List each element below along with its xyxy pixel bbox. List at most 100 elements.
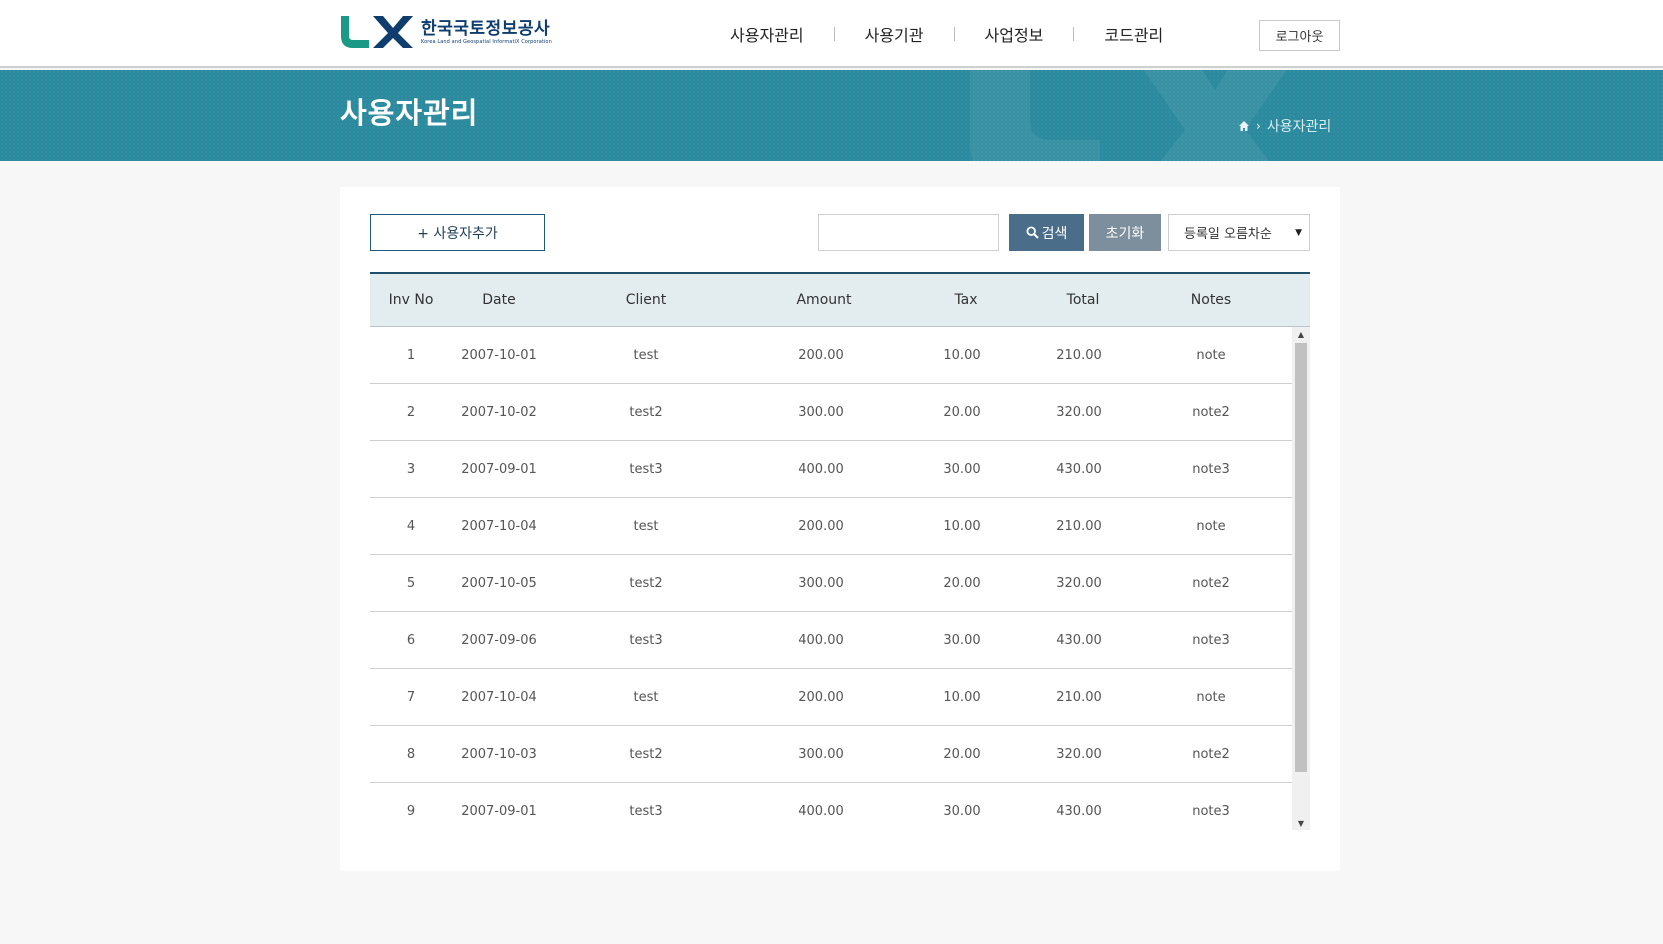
cell-amount: 400.00 — [798, 632, 844, 648]
cell-amount: 200.00 — [798, 347, 844, 363]
cell-tax: 10.00 — [943, 347, 981, 363]
table-row[interactable]: 2 2007-10-02 test2 300.00 20.00 320.00 note2 — [370, 384, 1292, 441]
brand-logo[interactable]: 한국국토정보공사 Korea Land and Geospatial Infor… — [339, 14, 552, 50]
cell-notes: note3 — [1192, 461, 1230, 477]
search-button[interactable]: 검색 — [1009, 214, 1084, 251]
logout-button[interactable]: 로그아웃 — [1259, 20, 1340, 51]
cell-notes: note3 — [1192, 803, 1230, 819]
column-header-date[interactable]: Date — [452, 292, 546, 308]
table-header: Inv No Date Client Amount Tax Total Note… — [370, 272, 1310, 327]
cell-inv-no: 7 — [406, 689, 416, 705]
table-rows: 1 2007-10-01 test 200.00 10.00 210.00 note 2 200… — [370, 327, 1292, 830]
brand-name-kr: 한국국토정보공사 — [421, 18, 551, 39]
cell-notes: note2 — [1192, 404, 1230, 420]
cell-tax: 20.00 — [943, 746, 981, 762]
column-header-tax[interactable]: Tax — [902, 292, 1030, 308]
cell-client: test — [633, 347, 659, 363]
cell-client: test2 — [629, 575, 663, 591]
cell-tax: 30.00 — [943, 632, 981, 648]
cell-total: 320.00 — [1056, 404, 1102, 420]
cell-total: 210.00 — [1056, 518, 1102, 534]
cell-total: 430.00 — [1056, 632, 1102, 648]
chevron-down-icon: ▼ — [1295, 228, 1302, 238]
nav-item-organizations[interactable]: 사용기관 — [835, 22, 954, 46]
cell-date: 2007-10-04 — [461, 689, 537, 705]
scrollbar-thumb[interactable] — [1295, 343, 1307, 772]
page-title: 사용자관리 — [340, 96, 479, 130]
column-header-amount[interactable]: Amount — [746, 292, 902, 308]
table-row[interactable]: 5 2007-10-05 test2 300.00 20.00 320.00 note2 — [370, 555, 1292, 612]
table-row[interactable]: 9 2007-09-01 test3 400.00 30.00 430.00 note3 — [370, 783, 1292, 830]
nav-item-codes[interactable]: 코드관리 — [1074, 22, 1193, 46]
cell-notes: note — [1196, 347, 1226, 363]
cell-client: test2 — [629, 404, 663, 420]
cell-inv-no: 9 — [406, 803, 416, 819]
data-table: Inv No Date Client Amount Tax Total Note… — [370, 272, 1310, 830]
table-row[interactable]: 4 2007-10-04 test 200.00 10.00 210.00 note — [370, 498, 1292, 555]
cell-date: 2007-10-01 — [461, 347, 537, 363]
table-scrollbar[interactable]: ▲ ▼ — [1292, 327, 1310, 830]
cell-client: test3 — [629, 632, 663, 648]
nav-item-users[interactable]: 사용자관리 — [700, 22, 834, 46]
cell-date: 2007-10-02 — [461, 404, 537, 420]
cell-notes: note2 — [1192, 746, 1230, 762]
banner-pattern — [0, 70, 1663, 161]
table-row[interactable]: 7 2007-10-04 test 200.00 10.00 210.00 note — [370, 669, 1292, 726]
breadcrumb-current[interactable]: 사용자관리 — [1267, 116, 1331, 136]
search-button-label: 검색 — [1041, 224, 1068, 241]
cell-notes: note — [1196, 689, 1226, 705]
cell-inv-no: 4 — [406, 518, 416, 534]
cell-amount: 200.00 — [798, 518, 844, 534]
cell-tax: 20.00 — [943, 404, 981, 420]
cell-tax: 20.00 — [943, 575, 981, 591]
cell-client: test3 — [629, 461, 663, 477]
table-row[interactable]: 6 2007-09-06 test3 400.00 30.00 430.00 note3 — [370, 612, 1292, 669]
cell-inv-no: 3 — [406, 461, 416, 477]
cell-total: 210.00 — [1056, 689, 1102, 705]
cell-amount: 300.00 — [798, 575, 844, 591]
cell-total: 210.00 — [1056, 347, 1102, 363]
search-icon — [1026, 226, 1039, 239]
cell-total: 320.00 — [1056, 575, 1102, 591]
cell-client: test2 — [629, 746, 663, 762]
reset-button[interactable]: 초기화 — [1089, 214, 1161, 251]
cell-client: test — [633, 689, 659, 705]
cell-tax: 10.00 — [943, 689, 981, 705]
content-panel: + 사용자추가 검색 초기화 등록일 오름차순 ▼ Inv No Date Cl… — [340, 187, 1340, 871]
cell-notes: note2 — [1192, 575, 1230, 591]
home-icon[interactable] — [1238, 120, 1250, 132]
cell-amount: 300.00 — [798, 404, 844, 420]
cell-date: 2007-10-05 — [461, 575, 537, 591]
scroll-up-icon[interactable]: ▲ — [1292, 327, 1310, 341]
cell-inv-no: 6 — [406, 632, 416, 648]
top-header: 한국국토정보공사 Korea Land and Geospatial Infor… — [0, 0, 1663, 68]
cell-amount: 200.00 — [798, 689, 844, 705]
column-header-client[interactable]: Client — [546, 292, 746, 308]
table-row[interactable]: 3 2007-09-01 test3 400.00 30.00 430.00 note3 — [370, 441, 1292, 498]
cell-date: 2007-09-01 — [461, 803, 537, 819]
main-nav: 사용자관리 사용기관 사업정보 코드관리 — [700, 0, 1193, 68]
cell-date: 2007-09-01 — [461, 461, 537, 477]
table-row[interactable]: 1 2007-10-01 test 200.00 10.00 210.00 note — [370, 327, 1292, 384]
cell-total: 430.00 — [1056, 461, 1102, 477]
nav-item-projects[interactable]: 사업정보 — [955, 22, 1074, 46]
column-header-total[interactable]: Total — [1030, 292, 1136, 308]
search-input[interactable] — [818, 214, 999, 251]
cell-amount: 300.00 — [798, 746, 844, 762]
add-user-button[interactable]: + 사용자추가 — [370, 214, 545, 251]
cell-inv-no: 5 — [406, 575, 416, 591]
brand-name-en: Korea Land and Geospatial InformatiX Cor… — [421, 38, 552, 45]
sort-select[interactable]: 등록일 오름차순 ▼ — [1168, 214, 1310, 251]
table-row[interactable]: 8 2007-10-03 test2 300.00 20.00 320.00 note2 — [370, 726, 1292, 783]
scroll-down-icon[interactable]: ▼ — [1292, 816, 1310, 830]
cell-tax: 30.00 — [943, 803, 981, 819]
column-header-inv-no[interactable]: Inv No — [370, 292, 452, 308]
cell-inv-no: 1 — [406, 347, 416, 363]
column-header-notes[interactable]: Notes — [1136, 292, 1286, 308]
cell-date: 2007-10-03 — [461, 746, 537, 762]
cell-inv-no: 2 — [406, 404, 416, 420]
cell-client: test — [633, 518, 659, 534]
cell-tax: 30.00 — [943, 461, 981, 477]
cell-tax: 10.00 — [943, 518, 981, 534]
brand-name: 한국국토정보공사 Korea Land and Geospatial Infor… — [421, 19, 552, 46]
